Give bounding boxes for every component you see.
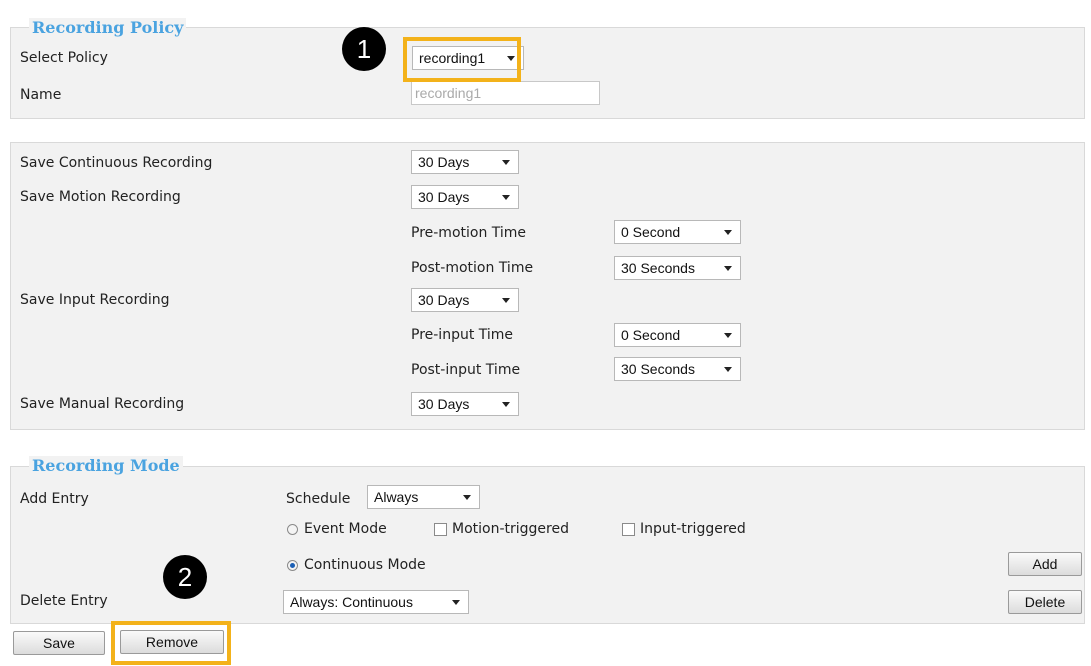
- chevron-down-icon: [502, 298, 510, 303]
- chevron-down-icon: [463, 495, 471, 500]
- post-input-label: Post-input Time: [411, 362, 521, 378]
- motion-triggered-label: Motion-triggered: [452, 521, 569, 537]
- schedule-label: Schedule: [286, 491, 351, 507]
- chevron-down-icon: [724, 333, 732, 338]
- select-policy-label: Select Policy: [20, 50, 108, 66]
- post-motion-label: Post-motion Time: [411, 260, 534, 276]
- callout-2-marker: 2: [163, 555, 207, 599]
- pre-input-dropdown[interactable]: 0 Second: [614, 323, 741, 347]
- retention-settings-panel: [10, 142, 1085, 430]
- schedule-value: Always: [374, 489, 419, 505]
- save-input-label: Save Input Recording: [20, 292, 170, 308]
- save-button[interactable]: Save: [13, 631, 105, 655]
- event-mode-label: Event Mode: [304, 521, 387, 537]
- recording-mode-panel: [10, 466, 1085, 624]
- callout-1-marker: 1: [342, 27, 386, 71]
- input-triggered-label: Input-triggered: [640, 521, 746, 537]
- chevron-down-icon: [724, 266, 732, 271]
- post-input-value: 30 Seconds: [621, 361, 695, 377]
- continuous-mode-label: Continuous Mode: [304, 557, 426, 573]
- recording-mode-legend: Recording Mode: [29, 456, 183, 475]
- save-input-dropdown[interactable]: 30 Days: [411, 288, 519, 312]
- continuous-mode-radio[interactable]: [287, 560, 298, 571]
- save-manual-value: 30 Days: [418, 396, 470, 412]
- delete-entry-value: Always: Continuous: [290, 594, 413, 610]
- save-motion-label: Save Motion Recording: [20, 189, 181, 205]
- post-motion-value: 30 Seconds: [621, 260, 695, 276]
- select-policy-highlight: [403, 37, 521, 82]
- save-continuous-value: 30 Days: [418, 154, 470, 170]
- chevron-down-icon: [502, 195, 510, 200]
- delete-button[interactable]: Delete: [1008, 590, 1082, 614]
- pre-motion-label: Pre-motion Time: [411, 225, 527, 241]
- save-manual-label: Save Manual Recording: [20, 396, 185, 412]
- add-button[interactable]: Add: [1008, 552, 1082, 576]
- chevron-down-icon: [724, 230, 732, 235]
- chevron-down-icon: [502, 160, 510, 165]
- motion-triggered-checkbox[interactable]: [434, 523, 447, 536]
- add-entry-label: Add Entry: [20, 491, 89, 507]
- post-input-dropdown[interactable]: 30 Seconds: [614, 357, 741, 381]
- pre-input-value: 0 Second: [621, 327, 681, 343]
- pre-input-label: Pre-input Time: [411, 327, 514, 343]
- save-input-value: 30 Days: [418, 292, 470, 308]
- policy-name-input[interactable]: recording1: [411, 81, 600, 105]
- save-continuous-dropdown[interactable]: 30 Days: [411, 150, 519, 174]
- save-manual-dropdown[interactable]: 30 Days: [411, 392, 519, 416]
- chevron-down-icon: [452, 600, 460, 605]
- save-motion-value: 30 Days: [418, 189, 470, 205]
- remove-button-highlight: [111, 621, 231, 665]
- schedule-dropdown[interactable]: Always: [367, 485, 480, 509]
- delete-entry-label: Delete Entry: [20, 593, 108, 609]
- chevron-down-icon: [502, 402, 510, 407]
- pre-motion-dropdown[interactable]: 0 Second: [614, 220, 741, 244]
- delete-entry-dropdown[interactable]: Always: Continuous: [283, 590, 469, 614]
- save-motion-dropdown[interactable]: 30 Days: [411, 185, 519, 209]
- pre-motion-value: 0 Second: [621, 224, 681, 240]
- chevron-down-icon: [724, 367, 732, 372]
- name-label: Name: [20, 87, 62, 103]
- recording-policy-panel: [10, 27, 1085, 119]
- post-motion-dropdown[interactable]: 30 Seconds: [614, 256, 741, 280]
- input-triggered-checkbox[interactable]: [622, 523, 635, 536]
- recording-policy-legend: Recording Policy: [29, 18, 187, 37]
- save-continuous-label: Save Continuous Recording: [20, 155, 213, 171]
- event-mode-radio[interactable]: [287, 524, 298, 535]
